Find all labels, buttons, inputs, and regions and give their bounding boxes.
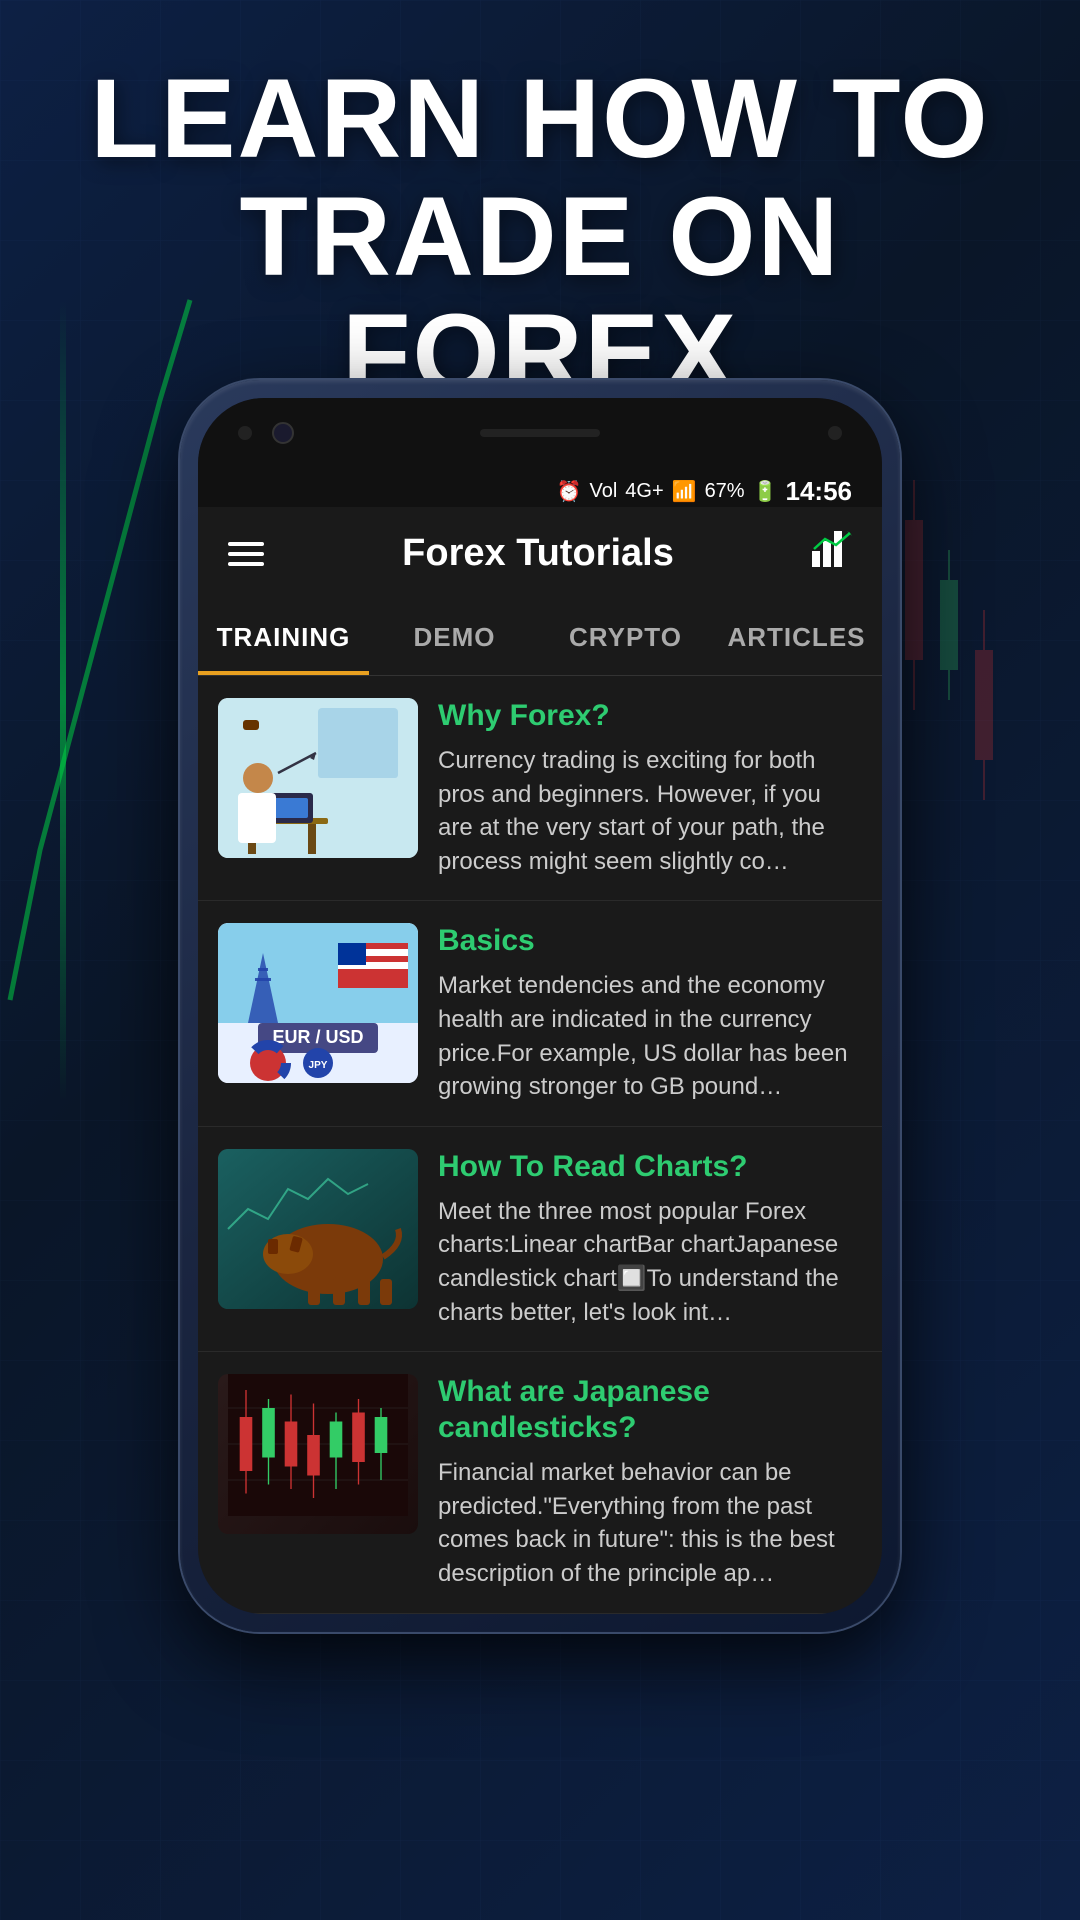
article-thumbnail-basics: EUR / USD JPY <box>218 923 418 1083</box>
article-content-charts: How To Read Charts? Meet the three most … <box>438 1149 862 1329</box>
app-title: Forex Tutorials <box>402 532 674 575</box>
svg-text:JPY: JPY <box>309 1060 328 1071</box>
navigation-tabs: TRAINING DEMO CRYPTO ARTICLES <box>198 600 882 676</box>
article-item-basics[interactable]: EUR / USD JPY Basics Market tendencies a… <box>198 901 882 1126</box>
tab-demo-label: DEMO <box>414 622 496 652</box>
hamburger-menu-button[interactable] <box>228 542 264 566</box>
tab-articles-label: ARTICLES <box>728 622 866 652</box>
tab-training-label: TRAINING <box>217 622 351 652</box>
article-excerpt-candlesticks: Financial market behavior can be predict… <box>438 1456 862 1590</box>
battery-icon: 🔋 <box>753 479 778 504</box>
menu-line-2 <box>228 552 264 556</box>
status-icons: ⏰ Vol 4G+ 📶 67% 🔋 14:56 <box>557 476 852 507</box>
menu-line-3 <box>228 562 264 566</box>
vol-indicator: Vol <box>589 480 617 503</box>
phone-outer-frame: ⏰ Vol 4G+ 📶 67% 🔋 14:56 Forex Tutorials <box>180 380 900 1632</box>
article-item-why-forex[interactable]: Why Forex? Currency trading is exciting … <box>198 676 882 901</box>
phone-camera-left <box>238 422 294 444</box>
svg-text:EUR / USD: EUR / USD <box>272 1027 363 1047</box>
hero-title-line1: LEARN HOW TO <box>90 56 989 181</box>
hero-section: LEARN HOW TO TRADE ON FOREX <box>0 60 1080 413</box>
tab-crypto[interactable]: CRYPTO <box>540 600 711 675</box>
camera-main <box>272 422 294 444</box>
phone-camera-right <box>828 426 842 440</box>
article-item-charts[interactable]: How To Read Charts? Meet the three most … <box>198 1127 882 1352</box>
speaker-bar <box>480 429 600 437</box>
network-indicator: 4G+ <box>625 480 663 503</box>
phone-hardware-top <box>198 398 882 468</box>
tab-demo[interactable]: DEMO <box>369 600 540 675</box>
article-title-candlesticks: What are Japanese candlesticks? <box>438 1374 862 1446</box>
tab-training[interactable]: TRAINING <box>198 600 369 675</box>
hero-title: LEARN HOW TO TRADE ON FOREX <box>60 60 1020 413</box>
sensor-dot <box>828 426 842 440</box>
app-header: Forex Tutorials <box>198 507 882 600</box>
article-title-charts: How To Read Charts? <box>438 1149 862 1185</box>
article-thumbnail-candlesticks <box>218 1374 418 1534</box>
status-time: 14:56 <box>786 476 853 507</box>
article-thumbnail-charts <box>218 1149 418 1309</box>
alarm-icon: ⏰ <box>557 479 582 504</box>
article-excerpt-why-forex: Currency trading is exciting for both pr… <box>438 744 862 878</box>
article-content-why-forex: Why Forex? Currency trading is exciting … <box>438 698 862 878</box>
status-bar: ⏰ Vol 4G+ 📶 67% 🔋 14:56 <box>198 468 882 507</box>
battery-percent: 67% <box>705 480 745 503</box>
menu-line-1 <box>228 542 264 546</box>
article-content-basics: Basics Market tendencies and the economy… <box>438 923 862 1103</box>
chart-stats-icon[interactable] <box>812 531 852 576</box>
article-excerpt-basics: Market tendencies and the economy health… <box>438 969 862 1103</box>
phone-mockup: ⏰ Vol 4G+ 📶 67% 🔋 14:56 Forex Tutorials <box>180 380 900 1632</box>
phone-screen: ⏰ Vol 4G+ 📶 67% 🔋 14:56 Forex Tutorials <box>198 398 882 1614</box>
article-title-why-forex: Why Forex? <box>438 698 862 734</box>
articles-list: Why Forex? Currency trading is exciting … <box>198 676 882 1614</box>
article-title-basics: Basics <box>438 923 862 959</box>
tab-articles[interactable]: ARTICLES <box>711 600 882 675</box>
tab-crypto-label: CRYPTO <box>569 622 682 652</box>
signal-bars-icon: 📶 <box>672 479 697 504</box>
article-excerpt-charts: Meet the three most popular Forex charts… <box>438 1195 862 1329</box>
article-item-candlesticks[interactable]: What are Japanese candlesticks? Financia… <box>198 1352 882 1613</box>
article-thumbnail-why-forex <box>218 698 418 858</box>
article-content-candlesticks: What are Japanese candlesticks? Financia… <box>438 1374 862 1590</box>
camera-dot <box>238 426 252 440</box>
